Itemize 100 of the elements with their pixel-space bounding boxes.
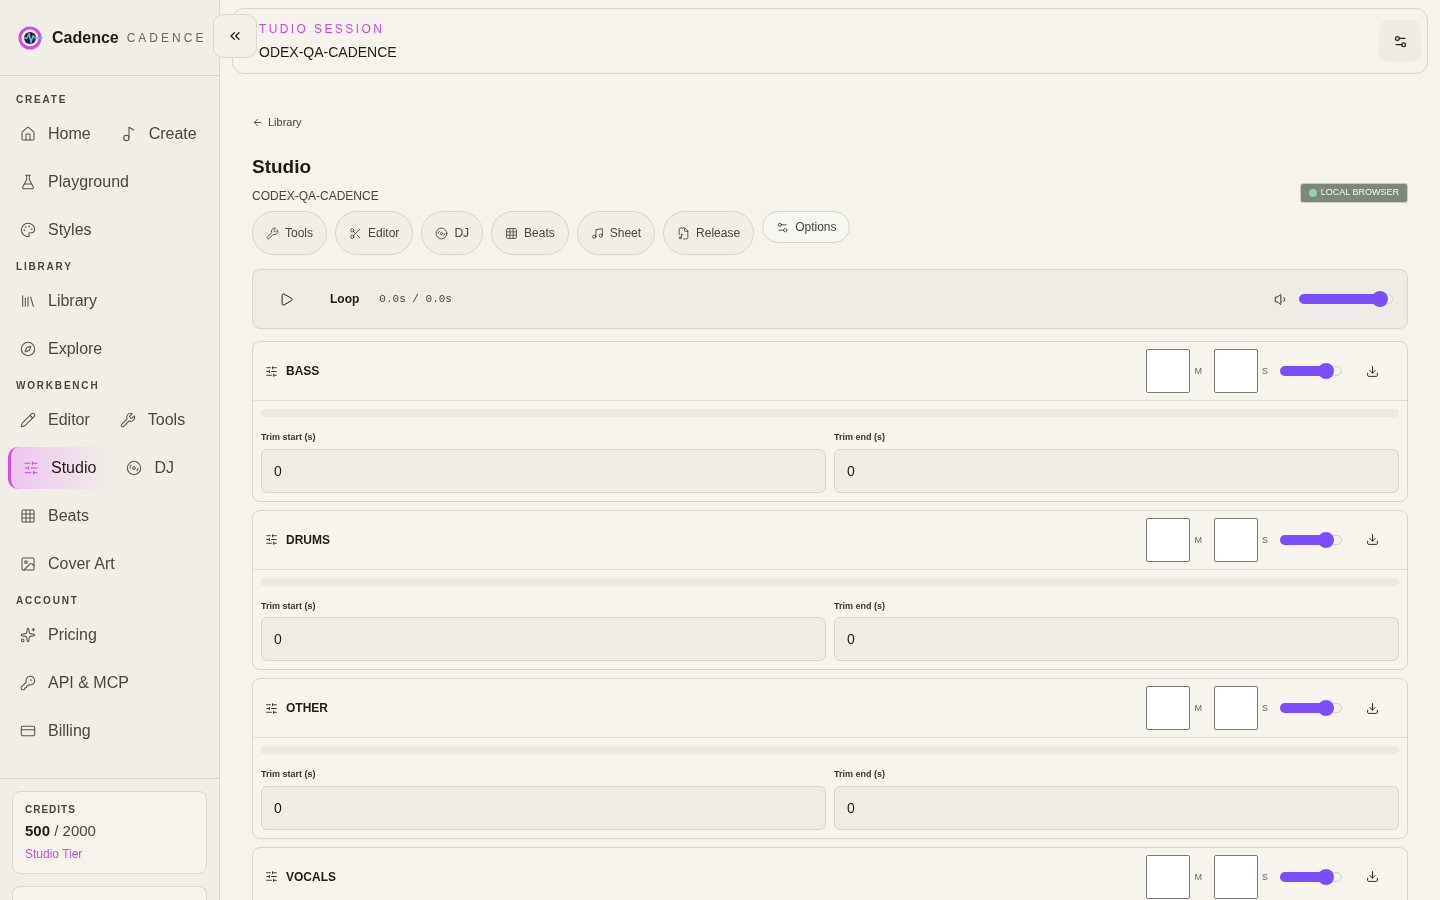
sidebar-item[interactable]: Playground [8, 161, 145, 203]
download-icon[interactable] [1366, 364, 1379, 378]
trim-input-field[interactable]: 0 [834, 785, 1399, 830]
disc-icon [126, 460, 143, 476]
settings-button[interactable] [1379, 20, 1421, 62]
sparkles-icon [20, 627, 36, 643]
volume-slider[interactable] [1280, 531, 1342, 548]
grid-icon [20, 508, 36, 524]
mute-label: M [1194, 365, 1202, 379]
checkbox[interactable] [1214, 854, 1258, 899]
settings-icon [1392, 33, 1408, 49]
track-name: VOCALS [286, 868, 336, 886]
tool-button[interactable]: Beats [491, 211, 569, 255]
sidebar-item[interactable]: API & MCP [8, 662, 145, 704]
checkbox[interactable] [1146, 349, 1191, 393]
tool-button[interactable]: Release [663, 211, 755, 255]
music-note-icon [120, 126, 137, 142]
tool-button[interactable]: Sheet [576, 211, 656, 255]
field-label: Trim start (s) [261, 599, 317, 613]
checkbox[interactable] [1214, 349, 1258, 393]
track-sliders-icon [265, 701, 278, 715]
flask-icon [20, 174, 36, 190]
tier-label: Studio Tier [25, 846, 84, 863]
logo-icon [18, 24, 44, 51]
field-label: Trim end (s) [834, 768, 886, 781]
pencil-icon [20, 412, 36, 428]
sidebar-item[interactable]: Explore [8, 328, 119, 370]
field-label: Trim end (s) [834, 599, 886, 613]
volume-slider[interactable] [1280, 363, 1342, 379]
sidebar-item[interactable]: Styles [8, 209, 108, 251]
music-file-icon [677, 226, 691, 240]
checkbox[interactable] [1146, 517, 1191, 562]
mute-label: M [1194, 702, 1202, 716]
back-arrow-icon [252, 116, 263, 128]
solo-label: S [1262, 870, 1268, 884]
page-subtitle: CODEX-QA-CADENCE [252, 188, 379, 205]
sidebar-item[interactable]: Library [8, 280, 113, 322]
sidebar-item[interactable]: Create [108, 113, 213, 155]
checkbox[interactable] [1146, 854, 1191, 899]
sidebar-item[interactable]: Beats [8, 495, 105, 537]
solo-label: S [1262, 365, 1268, 379]
palette-icon [20, 222, 36, 238]
sidebar-item[interactable]: Cover Art [8, 543, 131, 585]
sidebar-item[interactable]: Billing [8, 710, 107, 752]
field-label: Trim end (s) [834, 431, 886, 444]
volume-slider[interactable] [1280, 700, 1342, 716]
wrench-icon [266, 226, 279, 240]
music-note-icon [590, 226, 604, 240]
home-icon [20, 126, 36, 142]
volume-slider[interactable] [1299, 291, 1393, 307]
checkbox[interactable] [1146, 686, 1191, 730]
image-icon [20, 556, 36, 572]
sidebar-item[interactable]: Pricing [8, 614, 113, 656]
sidebar-item[interactable]: Tools [107, 399, 202, 441]
options-icon [776, 220, 790, 234]
checkbox[interactable] [1214, 686, 1258, 730]
mute-label: M [1194, 533, 1202, 547]
track-name: BASS [286, 363, 320, 380]
loop-label: Loop [330, 291, 360, 308]
trim-input-field[interactable]: 0 [261, 448, 826, 493]
session-name: ODEX-QA-CADENCE [259, 42, 397, 62]
status-badge: LOCAL BROWSER [1299, 183, 1408, 203]
compass-icon [20, 341, 36, 357]
credits-label: CREDITS [25, 802, 77, 817]
tool-button[interactable]: Tools [252, 211, 327, 255]
trim-input-field[interactable]: 0 [834, 617, 1399, 661]
session-eyebrow: TUDIO SESSION [259, 20, 386, 38]
track-name: DRUMS [286, 531, 330, 549]
sidebar-item[interactable]: DJ [114, 447, 190, 489]
download-icon[interactable] [1366, 870, 1379, 883]
field-label: Trim start (s) [261, 768, 317, 781]
disc-icon [435, 226, 449, 240]
card-icon [20, 723, 36, 739]
time-readout: 0.0s / 0.0s [379, 291, 452, 307]
solo-label: S [1262, 533, 1268, 547]
download-icon[interactable] [1366, 533, 1379, 546]
track-name: OTHER [286, 700, 328, 717]
checkbox[interactable] [1214, 517, 1258, 562]
tool-button[interactable]: Options [762, 211, 851, 243]
brand-name: Cadence [52, 27, 119, 48]
play-icon[interactable] [279, 291, 294, 307]
credits-count: 500 / 2000 [25, 820, 97, 841]
sidebar-item[interactable]: Editor [8, 399, 106, 441]
grid-icon [505, 226, 519, 240]
page-title: Studio [252, 154, 313, 179]
trim-input-field[interactable]: 0 [261, 785, 826, 830]
sidebar-item[interactable]: Home [8, 113, 107, 155]
solo-label: S [1262, 702, 1268, 716]
tool-button[interactable]: Editor [335, 211, 414, 255]
key-icon [20, 675, 36, 691]
section-heading: CREATE [15, 93, 69, 107]
tool-button[interactable]: DJ [421, 211, 484, 255]
scissors-icon [349, 226, 362, 240]
track-sliders-icon [265, 870, 278, 883]
trim-input-field[interactable]: 0 [834, 448, 1399, 493]
trim-input-field[interactable]: 0 [261, 617, 826, 661]
volume-slider[interactable] [1280, 868, 1342, 885]
download-icon[interactable] [1366, 701, 1379, 715]
back-link[interactable]: Library [252, 114, 302, 131]
field-label: Trim start (s) [261, 431, 317, 444]
